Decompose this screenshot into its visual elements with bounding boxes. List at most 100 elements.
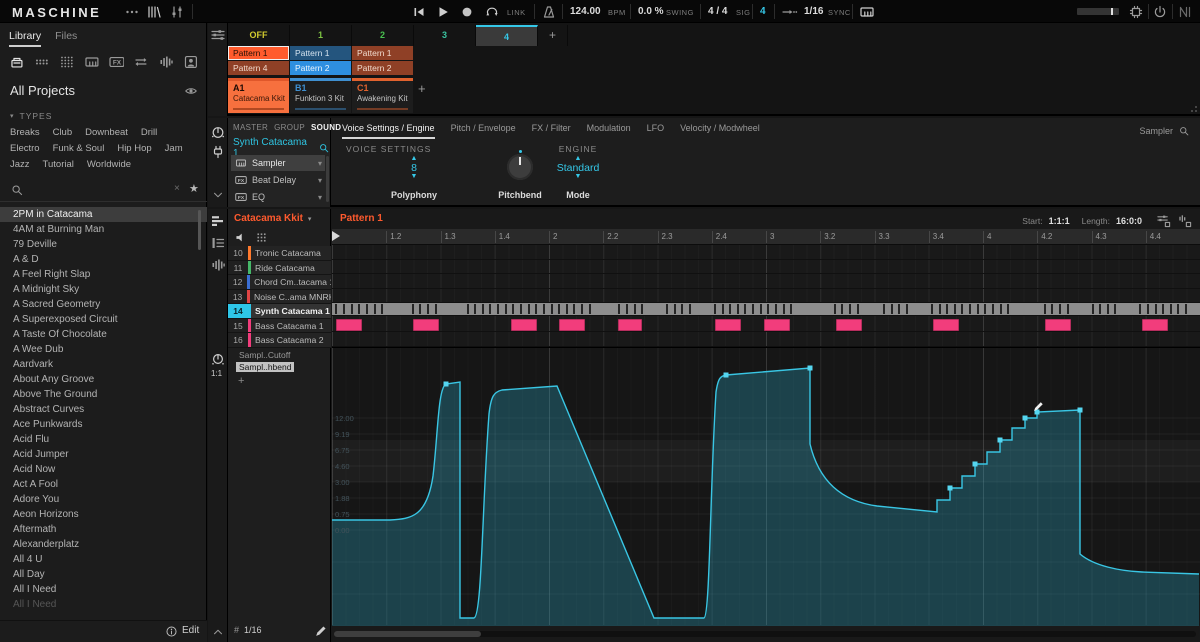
- plugin-slot[interactable]: Sampler▾: [231, 155, 325, 171]
- tempo-value[interactable]: 124.00: [570, 6, 601, 17]
- project-list-item[interactable]: A & D: [0, 252, 207, 267]
- mode-stepper[interactable]: ▲ Standard ▼: [548, 156, 608, 180]
- pattern-cell[interactable]: Pattern 2: [290, 61, 351, 75]
- note-lane[interactable]: [332, 303, 1200, 316]
- project-list-item[interactable]: Aftermath: [0, 522, 207, 537]
- scene-tab[interactable]: 2: [352, 25, 414, 46]
- instruments-filter-icon[interactable]: [84, 53, 100, 71]
- type-tag[interactable]: Worldwide: [87, 157, 131, 173]
- note-lane[interactable]: [332, 289, 1200, 304]
- automation-lane-label[interactable]: Sampl..hbend: [236, 362, 294, 372]
- preview-eye-icon[interactable]: [183, 84, 199, 98]
- type-tag[interactable]: Tutorial: [43, 157, 74, 173]
- groups-filter-icon[interactable]: [34, 53, 50, 71]
- plugin-list-scrollbar[interactable]: [326, 156, 329, 202]
- record-icon[interactable]: [459, 4, 475, 20]
- note-block[interactable]: [336, 319, 362, 331]
- quantize-value[interactable]: 1/16: [804, 6, 823, 17]
- note-block[interactable]: [511, 319, 537, 331]
- samples-filter-icon[interactable]: [158, 53, 174, 71]
- pattern-settings-icon[interactable]: [1156, 213, 1171, 228]
- project-list-item[interactable]: A Wee Dub: [0, 342, 207, 357]
- search-field[interactable]: × ★: [0, 178, 207, 202]
- project-list-item[interactable]: Above The Ground: [0, 387, 207, 402]
- pattern-cell[interactable]: Pattern 1: [228, 46, 289, 60]
- restart-icon[interactable]: [411, 4, 427, 20]
- tab-master[interactable]: MASTER: [233, 123, 268, 132]
- sound-search-icon[interactable]: [318, 142, 330, 154]
- project-list-item[interactable]: All I Need: [0, 597, 207, 612]
- sound-row[interactable]: 12Chord Cm..tacama 1: [228, 275, 331, 290]
- polyphony-stepper[interactable]: ▲ 8 ▼: [384, 156, 444, 180]
- note-block[interactable]: [1045, 319, 1071, 331]
- plugin-slot[interactable]: FXEQ▾: [231, 189, 325, 205]
- pattern-view-icon[interactable]: [210, 213, 226, 229]
- group-tab[interactable]: B1Funktion 3 Kit: [290, 78, 351, 113]
- control-knob-icon[interactable]: [210, 124, 226, 140]
- overflow-menu-icon[interactable]: [124, 4, 140, 20]
- add-automation-lane-button[interactable]: +: [238, 375, 330, 387]
- plugin-menu-caret-icon[interactable]: ▾: [318, 193, 322, 202]
- types-section-header[interactable]: ▾ TYPES: [10, 111, 52, 121]
- metronome-icon[interactable]: [541, 4, 557, 20]
- edit-button[interactable]: Edit: [182, 625, 199, 636]
- project-list-item[interactable]: Acid Now: [0, 462, 207, 477]
- tab-library[interactable]: Library: [9, 30, 41, 47]
- automation-canvas[interactable]: 12.009.196.754.603.001.880.750.00: [332, 347, 1200, 625]
- project-list-item[interactable]: A Taste Of Chocolate: [0, 327, 207, 342]
- plugin-page-tab[interactable]: Pitch / Envelope: [451, 123, 516, 139]
- pitchbend-knob[interactable]: [507, 154, 533, 180]
- add-scene-button[interactable]: +: [538, 25, 568, 46]
- pad-grid-icon[interactable]: [255, 231, 268, 244]
- projects-filter-icon[interactable]: [9, 53, 25, 71]
- arranger-settings-icon[interactable]: [210, 27, 226, 43]
- search-clear-icon[interactable]: ×: [174, 183, 180, 194]
- group-tab[interactable]: A1Catacama Kkit: [228, 78, 289, 113]
- add-group-button[interactable]: +: [418, 81, 426, 96]
- play-icon[interactable]: [435, 4, 451, 20]
- timeline-ruler[interactable]: 1.21.31.422.22.32.433.23.33.444.24.34.45: [332, 229, 1200, 245]
- sound-row[interactable]: 14Synth Catacama 1: [228, 304, 331, 319]
- project-list-item[interactable]: Abstract Curves: [0, 402, 207, 417]
- link-button[interactable]: LINK: [507, 8, 526, 17]
- project-list-item[interactable]: Acid Jumper: [0, 447, 207, 462]
- automation-lane-label[interactable]: Sampl..Cutoff: [236, 350, 293, 360]
- plugin-page-tab[interactable]: Modulation: [587, 123, 631, 139]
- project-list-item[interactable]: All 4 U: [0, 552, 207, 567]
- automation-view-icon[interactable]: [210, 351, 226, 367]
- effects-filter-icon[interactable]: FX: [109, 53, 125, 71]
- project-list-item[interactable]: A Feel Right Slap: [0, 267, 207, 282]
- project-list-item[interactable]: About Any Groove: [0, 372, 207, 387]
- collapse-control-icon[interactable]: [210, 188, 226, 202]
- note-block[interactable]: [933, 319, 959, 331]
- resize-grip[interactable]: [1187, 102, 1197, 112]
- type-tag[interactable]: Jam: [165, 141, 183, 157]
- horizontal-scrollbar[interactable]: [334, 631, 1196, 637]
- grid-setting[interactable]: # 1/16: [234, 625, 262, 635]
- sound-row[interactable]: 13Noise C..ama MNRK: [228, 290, 331, 305]
- project-list-item[interactable]: All I Need: [0, 582, 207, 597]
- note-block[interactable]: [413, 319, 439, 331]
- type-tag[interactable]: Funk & Soul: [53, 141, 105, 157]
- zoom-one-to-one-button[interactable]: 1:1: [211, 369, 222, 378]
- note-lane[interactable]: [332, 332, 1200, 347]
- audio-engine-power-icon[interactable]: [1152, 4, 1168, 20]
- sound-row[interactable]: 15Bass Catacama 1: [228, 319, 331, 334]
- note-lane[interactable]: [332, 260, 1200, 275]
- project-list-item[interactable]: 2PM in Catacama: [0, 207, 207, 222]
- project-list-item[interactable]: All Day: [0, 567, 207, 582]
- sound-row[interactable]: 11Ride Catacama: [228, 261, 331, 276]
- plugin-page-tab[interactable]: LFO: [647, 123, 665, 139]
- scene-tab[interactable]: OFF: [228, 25, 290, 46]
- project-list-item[interactable]: 4AM at Burning Man: [0, 222, 207, 237]
- info-icon[interactable]: [165, 625, 178, 638]
- mixer-toggle-icon[interactable]: [169, 4, 185, 20]
- sound-row[interactable]: 10Tronic Catacama: [228, 246, 331, 261]
- note-block[interactable]: [1142, 319, 1168, 331]
- project-list-item[interactable]: Alexanderplatz: [0, 537, 207, 552]
- group-selector[interactable]: Catacama Kkit ▾: [234, 213, 311, 224]
- loops-filter-icon[interactable]: [133, 53, 149, 71]
- sound-row[interactable]: 16Bass Catacama 2: [228, 333, 331, 348]
- project-list-item[interactable]: Aardvark: [0, 357, 207, 372]
- plugin-page-tab[interactable]: Voice Settings / Engine: [342, 123, 435, 139]
